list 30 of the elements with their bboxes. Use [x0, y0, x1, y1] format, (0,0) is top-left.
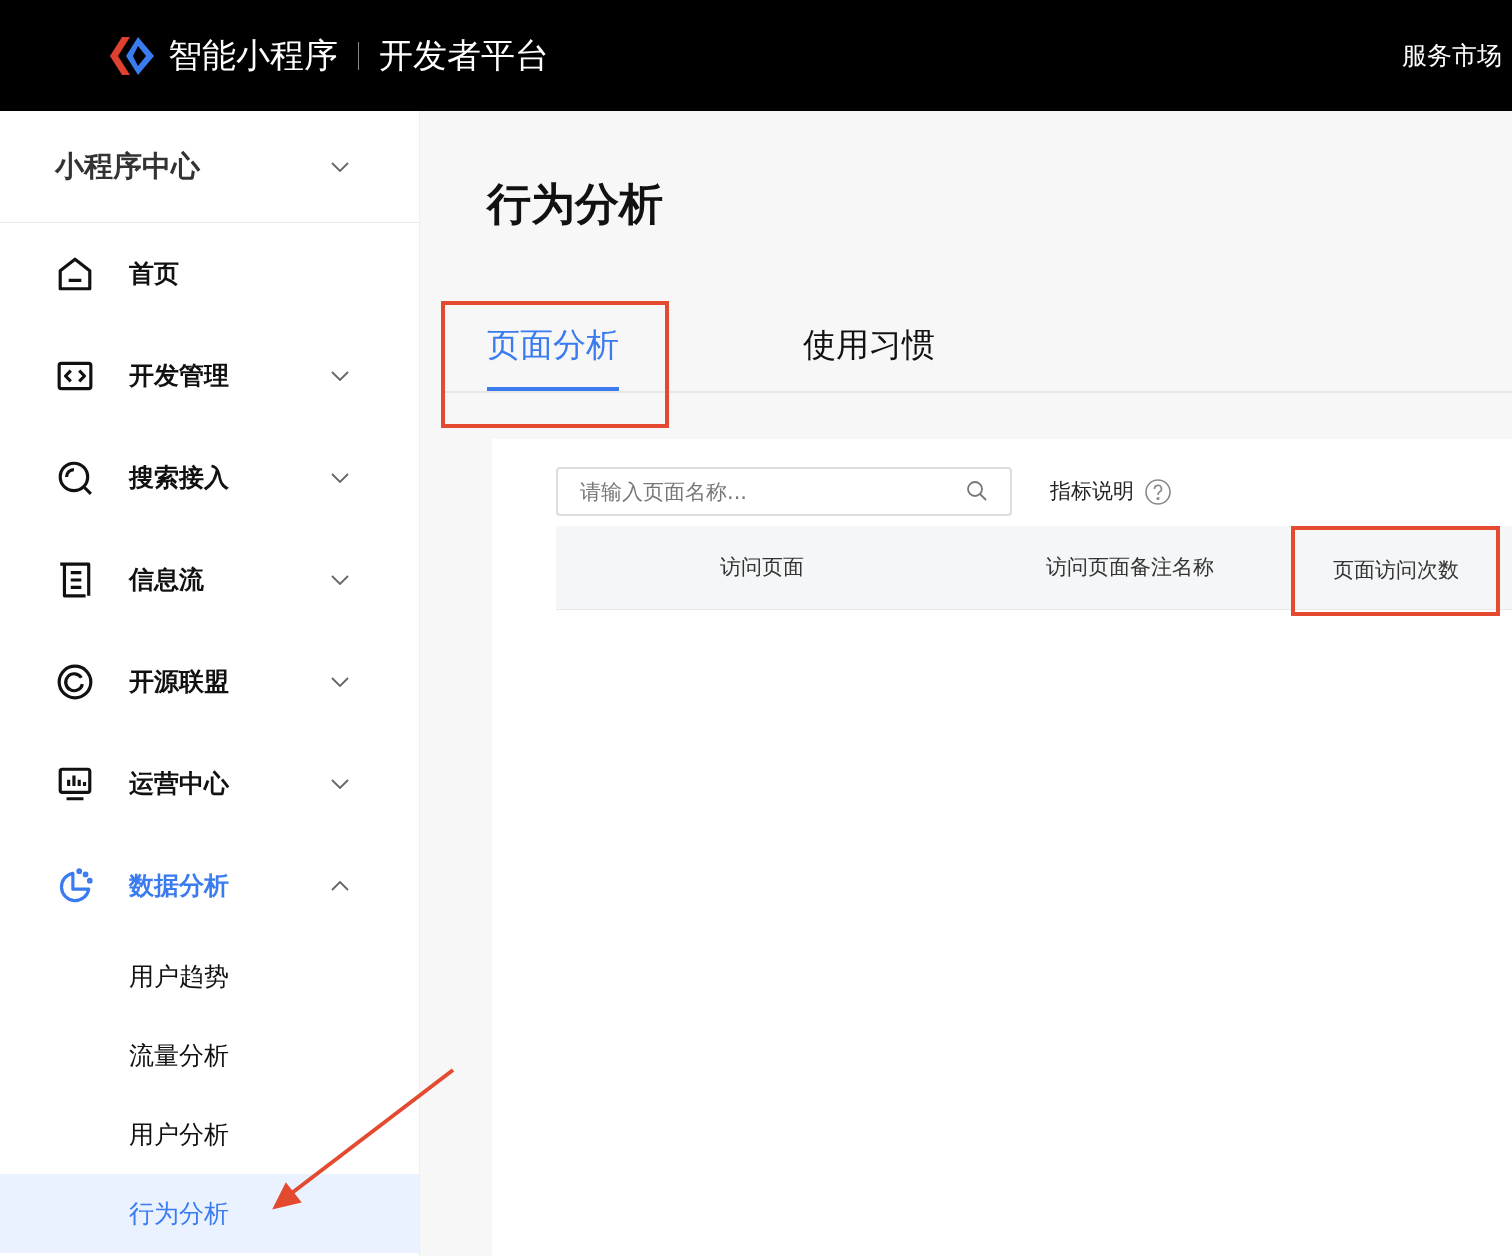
sidebar-subitem[interactable]: 行为分析 — [0, 1174, 419, 1253]
home-icon — [56, 255, 94, 293]
sidebar-item[interactable]: 运营中心 — [0, 733, 419, 835]
sidebar-item[interactable]: 搜索接入 — [0, 427, 419, 529]
tab[interactable]: 使用习惯 — [803, 319, 935, 391]
sidebar-item[interactable]: 信息流 — [0, 529, 419, 631]
sidebar-subitem[interactable]: 用户分析 — [0, 1095, 419, 1174]
sidebar-subitem[interactable]: 流量分析 — [0, 1016, 419, 1095]
search-icon — [966, 480, 988, 502]
monitor-icon — [56, 765, 94, 803]
logo-icon — [108, 34, 156, 77]
sidebar-item[interactable]: 数据分析 — [0, 835, 419, 937]
sidebar-item[interactable]: 开源联盟 — [0, 631, 419, 733]
sidebar-item[interactable]: 首页 — [0, 223, 419, 325]
sidebar-item[interactable]: 开发管理 — [0, 325, 419, 427]
product-name: 智能小程序 — [168, 34, 338, 77]
help-icon[interactable] — [1144, 477, 1172, 506]
column-header: 页面访问次数 — [1291, 526, 1500, 616]
market-link[interactable]: 服务市场 — [1402, 36, 1502, 75]
platform-name: 开发者平台 — [379, 34, 549, 77]
tab[interactable]: 页面分析 — [487, 319, 619, 391]
column-header: 访问页面备注名称 — [1044, 553, 1215, 581]
page-title: 行为分析 — [487, 177, 664, 231]
ring-icon — [56, 663, 94, 701]
column-header: 访问页面 — [719, 553, 805, 581]
sidebar-subitem[interactable]: 用户趋势 — [0, 937, 419, 1016]
search-icon — [56, 459, 94, 497]
metrics-help-label: 指标说明 — [1050, 477, 1134, 505]
search-field[interactable]: 请输入页面名称... — [556, 467, 1012, 516]
app-center-selector[interactable]: 小程序中心 — [0, 111, 419, 223]
